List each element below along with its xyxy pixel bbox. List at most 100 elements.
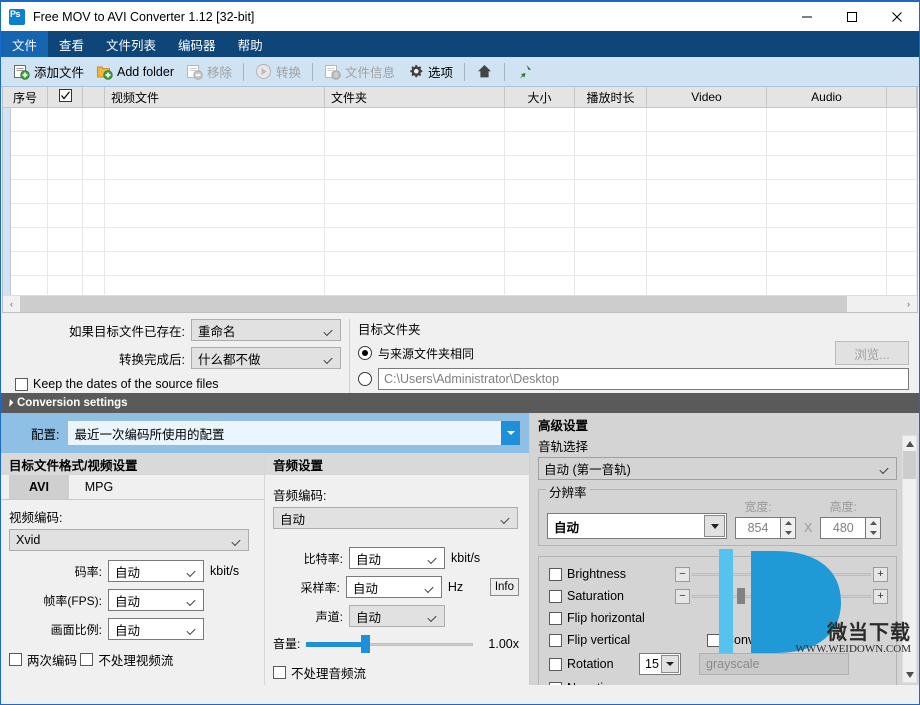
table-row[interactable] (3, 108, 917, 132)
table-row[interactable] (3, 252, 917, 276)
toolbar-options-button[interactable]: 选项 (401, 60, 459, 84)
menu-encoder[interactable]: 编码器 (167, 31, 227, 57)
height-input[interactable]: 480 (820, 517, 867, 539)
chevron-down-icon[interactable] (704, 515, 725, 537)
table-row[interactable] (3, 204, 917, 228)
menu-file[interactable]: 文件 (1, 31, 49, 57)
menu-view[interactable]: 查看 (48, 31, 95, 57)
table-row[interactable] (3, 228, 917, 252)
custom-folder-radio[interactable] (358, 372, 372, 386)
stepper-up-icon[interactable] (866, 518, 880, 528)
toolbar-convert-button[interactable]: 转换 (249, 60, 307, 84)
column-header-folder[interactable]: 文件夹 (325, 87, 505, 107)
table-row[interactable] (3, 132, 917, 156)
saturation-plus-button[interactable]: + (873, 588, 888, 604)
keep-dates-checkbox[interactable]: Keep the dates of the source files (15, 377, 219, 391)
grayscale-dropdown[interactable]: grayscale (699, 653, 849, 675)
width-input[interactable]: 854 (735, 517, 781, 539)
checkbox-icon[interactable] (9, 653, 22, 666)
saturation-slider[interactable] (692, 588, 871, 604)
select-all-checkbox-icon[interactable] (58, 89, 72, 105)
close-button[interactable] (874, 2, 919, 31)
audio-codec-dropdown[interactable]: 自动 (273, 507, 518, 529)
slider-thumb[interactable] (736, 588, 745, 604)
two-pass-checkbox[interactable]: 两次编码 (9, 650, 77, 669)
saturation-checkbox[interactable]: Saturation (549, 589, 675, 603)
checkbox-icon[interactable] (549, 567, 562, 581)
negative-checkbox[interactable]: Negative (549, 681, 616, 685)
rotation-checkbox[interactable]: Rotation (549, 657, 639, 671)
toolbar-remove-button[interactable]: 移除 (180, 60, 238, 84)
file-list[interactable]: 序号 视频文件 文件夹 大小 播放时长 Video Audio ‹ › (2, 87, 918, 313)
stepper-down-icon[interactable] (866, 528, 880, 538)
toolbar-add-folder-button[interactable]: Add folder (90, 60, 180, 84)
flip-horizontal-checkbox[interactable]: Flip horizontal (549, 611, 645, 625)
checkbox-icon[interactable] (707, 633, 720, 647)
checkbox-icon[interactable] (549, 633, 562, 647)
checkbox-icon[interactable] (549, 657, 562, 671)
table-row[interactable] (3, 156, 917, 180)
menu-filelist[interactable]: 文件列表 (95, 31, 167, 57)
brightness-minus-button[interactable]: − (675, 566, 690, 582)
column-header-end[interactable] (887, 87, 917, 107)
brightness-plus-button[interactable]: + (873, 566, 888, 582)
no-audio-stream-checkbox[interactable]: 不处理音频流 (273, 663, 366, 682)
column-header-index[interactable]: 序号 (3, 87, 48, 107)
checkbox-icon[interactable] (273, 666, 286, 679)
file-list-horizontal-scrollbar[interactable]: ‹ › (3, 295, 917, 312)
toolbar-pin-button[interactable] (510, 60, 539, 84)
menu-help[interactable]: 帮助 (227, 31, 274, 57)
after-convert-dropdown[interactable]: 什么都不做 (191, 347, 341, 369)
checkbox-icon[interactable] (549, 589, 562, 603)
audio-bitrate-dropdown[interactable]: 自动 (349, 547, 445, 569)
rotation-dropdown[interactable]: 15 (639, 653, 681, 675)
audio-info-button[interactable]: Info (489, 578, 519, 596)
column-header-duration[interactable]: 播放时长 (575, 87, 647, 107)
saturation-minus-button[interactable]: − (675, 588, 690, 604)
tab-mpg[interactable]: MPG (69, 475, 129, 499)
column-header-video-file[interactable]: 视频文件 (105, 87, 325, 107)
no-video-stream-checkbox[interactable]: 不处理视频流 (80, 650, 173, 669)
slider-thumb[interactable] (361, 634, 371, 653)
height-stepper[interactable] (866, 517, 882, 539)
column-header-video[interactable]: Video (647, 87, 767, 107)
scroll-track[interactable] (20, 295, 900, 312)
track-select-dropdown[interactable]: 自动 (第一音轨) (538, 457, 897, 480)
width-stepper[interactable] (781, 517, 796, 539)
toolbar-home-button[interactable] (470, 60, 499, 84)
file-list-body[interactable] (3, 108, 917, 312)
maximize-button[interactable] (829, 2, 874, 31)
video-bitrate-dropdown[interactable]: 自动 (108, 560, 204, 582)
collapse-triangle-icon[interactable] (5, 399, 14, 407)
chevron-down-icon[interactable] (661, 655, 679, 673)
column-header-checkbox[interactable] (48, 87, 83, 107)
tab-avi[interactable]: AVI (9, 475, 69, 499)
audio-samplerate-dropdown[interactable]: 自动 (345, 576, 442, 598)
custom-folder-input[interactable]: C:\Users\Administrator\Desktop (378, 368, 909, 390)
minimize-button[interactable] (784, 2, 829, 31)
flip-vertical-checkbox[interactable]: Flip vertical (549, 633, 707, 647)
scroll-thumb[interactable] (20, 295, 848, 312)
conversion-settings-bar[interactable]: Conversion settings (1, 393, 919, 413)
audio-channels-dropdown[interactable]: 自动 (349, 605, 445, 627)
browse-button[interactable]: 浏览... (835, 341, 909, 365)
checkbox-icon[interactable] (80, 653, 94, 666)
if-exists-dropdown[interactable]: 重命名 (191, 319, 341, 341)
stepper-up-icon[interactable] (781, 518, 795, 528)
convert-color-checkbox[interactable]: Convert color to (707, 633, 813, 647)
profile-dropdown[interactable]: 最近一次编码所使用的配置 (67, 420, 521, 446)
table-row[interactable] (3, 180, 917, 204)
resolution-dropdown[interactable]: 自动 (547, 513, 727, 539)
stepper-down-icon[interactable] (781, 528, 795, 538)
video-fps-dropdown[interactable]: 自动 (108, 589, 204, 611)
brightness-slider[interactable] (692, 566, 871, 582)
slider-thumb[interactable] (772, 566, 781, 582)
video-codec-dropdown[interactable]: Xvid (9, 529, 249, 551)
scroll-left-arrow-icon[interactable]: ‹ (3, 296, 20, 313)
checkbox-icon[interactable] (549, 611, 562, 625)
brightness-checkbox[interactable]: Brightness (549, 567, 675, 581)
chevron-down-icon[interactable] (501, 421, 520, 445)
volume-slider[interactable] (306, 634, 473, 653)
toolbar-file-info-button[interactable]: i 文件信息 (318, 60, 401, 84)
column-header-size[interactable]: 大小 (505, 87, 575, 107)
